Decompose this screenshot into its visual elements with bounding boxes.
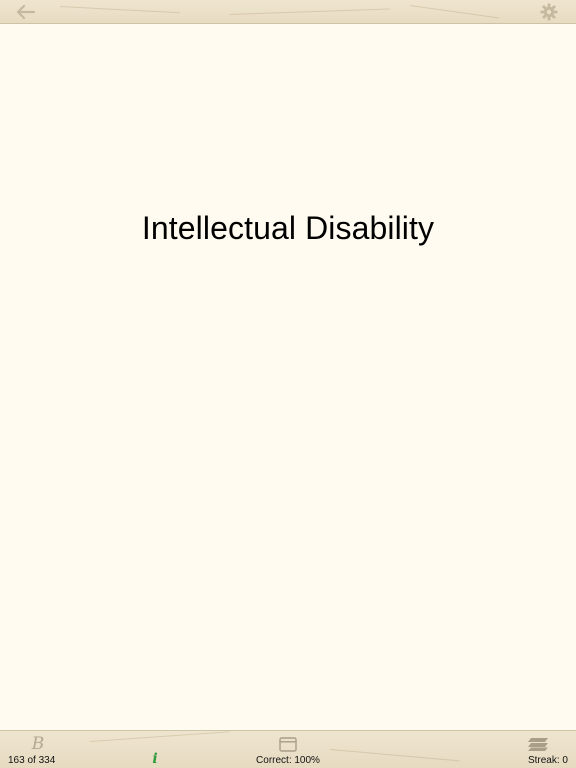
flashcard[interactable]: Intellectual Disability: [0, 24, 576, 730]
gear-icon: [540, 3, 558, 21]
paper-texture: [59, 6, 180, 14]
paper-texture: [89, 731, 230, 742]
top-toolbar: [0, 0, 576, 24]
card-term: Intellectual Disability: [141, 210, 435, 246]
correct-percentage: Correct: 100%: [256, 755, 320, 766]
deck-button[interactable]: [525, 735, 551, 753]
settings-button[interactable]: [539, 2, 559, 22]
bookmark-button[interactable]: B: [27, 734, 49, 754]
card-view-button[interactable]: [277, 735, 299, 753]
streak-count: Streak: 0: [527, 755, 568, 766]
card-view-icon: [279, 736, 297, 752]
bookmark-icon: B: [31, 734, 45, 754]
paper-texture: [229, 8, 390, 15]
deck-stack-icon: [528, 738, 548, 751]
paper-texture: [409, 5, 500, 19]
back-arrow-icon: [17, 5, 35, 19]
flashcard-app: Intellectual Disability B i 163 of 334 C…: [0, 0, 576, 768]
back-button[interactable]: [16, 2, 36, 22]
bottom-toolbar: B i 163 of 334 Correct: 100% Streak: 0: [0, 730, 576, 768]
